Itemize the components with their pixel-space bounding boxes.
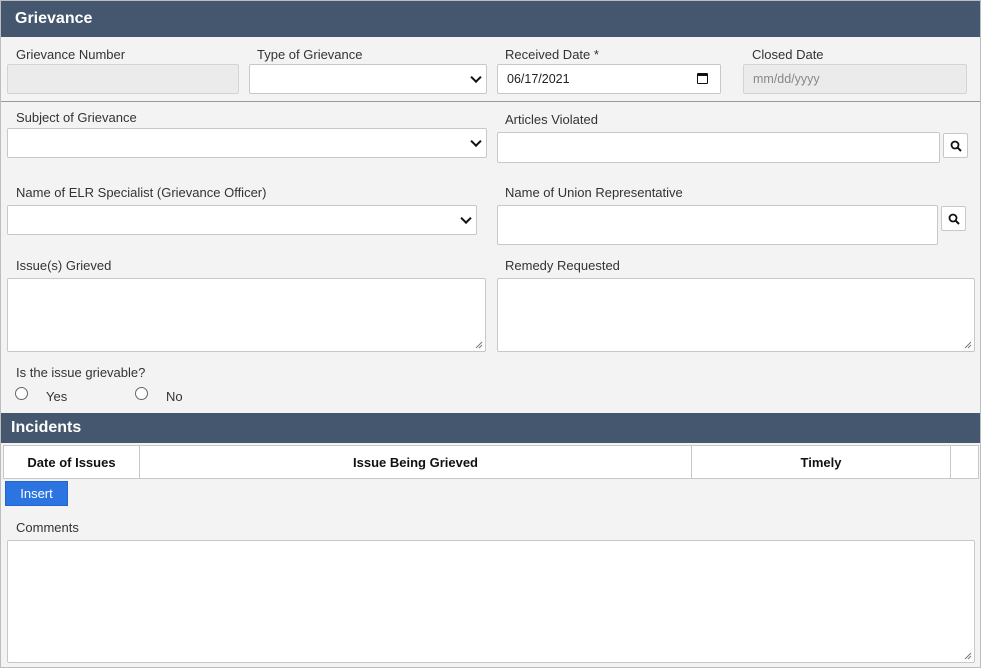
search-icon — [948, 213, 960, 225]
issues-grieved-label: Issue(s) Grieved — [16, 258, 112, 273]
resize-grip-icon[interactable] — [475, 341, 483, 349]
received-date-field[interactable]: 06/17/2021 — [497, 64, 721, 94]
column-header-date-of-issues[interactable]: Date of Issues — [4, 446, 140, 478]
union-rep-label: Name of Union Representative — [505, 185, 683, 200]
received-date-value: 06/17/2021 — [507, 72, 570, 86]
incidents-table-header: Date of Issues Issue Being Grieved Timel… — [3, 445, 979, 479]
type-of-grievance-label: Type of Grievance — [257, 47, 363, 62]
issues-grieved-textarea[interactable] — [7, 278, 486, 352]
closed-date-label: Closed Date — [752, 47, 824, 62]
remedy-requested-textarea[interactable] — [497, 278, 975, 352]
section-divider — [1, 101, 980, 102]
resize-grip-icon[interactable] — [964, 341, 972, 349]
grievable-no-radio[interactable] — [135, 387, 148, 400]
comments-textarea[interactable] — [7, 540, 975, 663]
subject-select[interactable] — [7, 128, 487, 158]
incidents-section-header: Incidents — [1, 413, 980, 443]
subject-label: Subject of Grievance — [16, 110, 137, 125]
received-date-label: Received Date * — [505, 47, 599, 62]
column-header-actions — [951, 446, 978, 478]
grievable-yes-radio[interactable] — [15, 387, 28, 400]
grievable-no-label[interactable]: No — [166, 389, 183, 404]
grievance-number-field[interactable] — [7, 64, 239, 94]
column-header-timely[interactable]: Timely — [692, 446, 951, 478]
union-rep-field[interactable] — [497, 205, 938, 245]
chevron-down-icon — [470, 135, 482, 148]
chevron-down-icon — [460, 212, 472, 225]
grievance-number-label: Grievance Number — [16, 47, 126, 62]
grievance-section-title: Grievance — [15, 10, 93, 27]
articles-search-button[interactable] — [943, 133, 968, 158]
elr-specialist-label: Name of ELR Specialist (Grievance Office… — [16, 185, 267, 200]
grievable-yes-label[interactable]: Yes — [46, 389, 67, 404]
chevron-down-icon — [470, 71, 482, 84]
articles-violated-field[interactable] — [497, 132, 940, 163]
grievance-section-header: Grievance — [1, 1, 980, 37]
incidents-section-title: Incidents — [11, 419, 82, 436]
search-icon — [950, 140, 962, 152]
closed-date-field[interactable]: mm/dd/yyyy — [743, 64, 967, 94]
type-of-grievance-select[interactable] — [249, 64, 487, 94]
calendar-icon[interactable] — [697, 73, 708, 84]
insert-button[interactable]: Insert — [5, 481, 68, 506]
grievable-question-label: Is the issue grievable? — [16, 365, 146, 380]
comments-label: Comments — [16, 520, 79, 535]
column-header-issue-being-grieved[interactable]: Issue Being Grieved — [140, 446, 692, 478]
closed-date-placeholder: mm/dd/yyyy — [753, 72, 820, 86]
articles-violated-label: Articles Violated — [505, 112, 598, 127]
elr-specialist-select[interactable] — [7, 205, 477, 235]
union-rep-search-button[interactable] — [941, 206, 966, 231]
remedy-requested-label: Remedy Requested — [505, 258, 620, 273]
resize-grip-icon[interactable] — [964, 652, 972, 660]
